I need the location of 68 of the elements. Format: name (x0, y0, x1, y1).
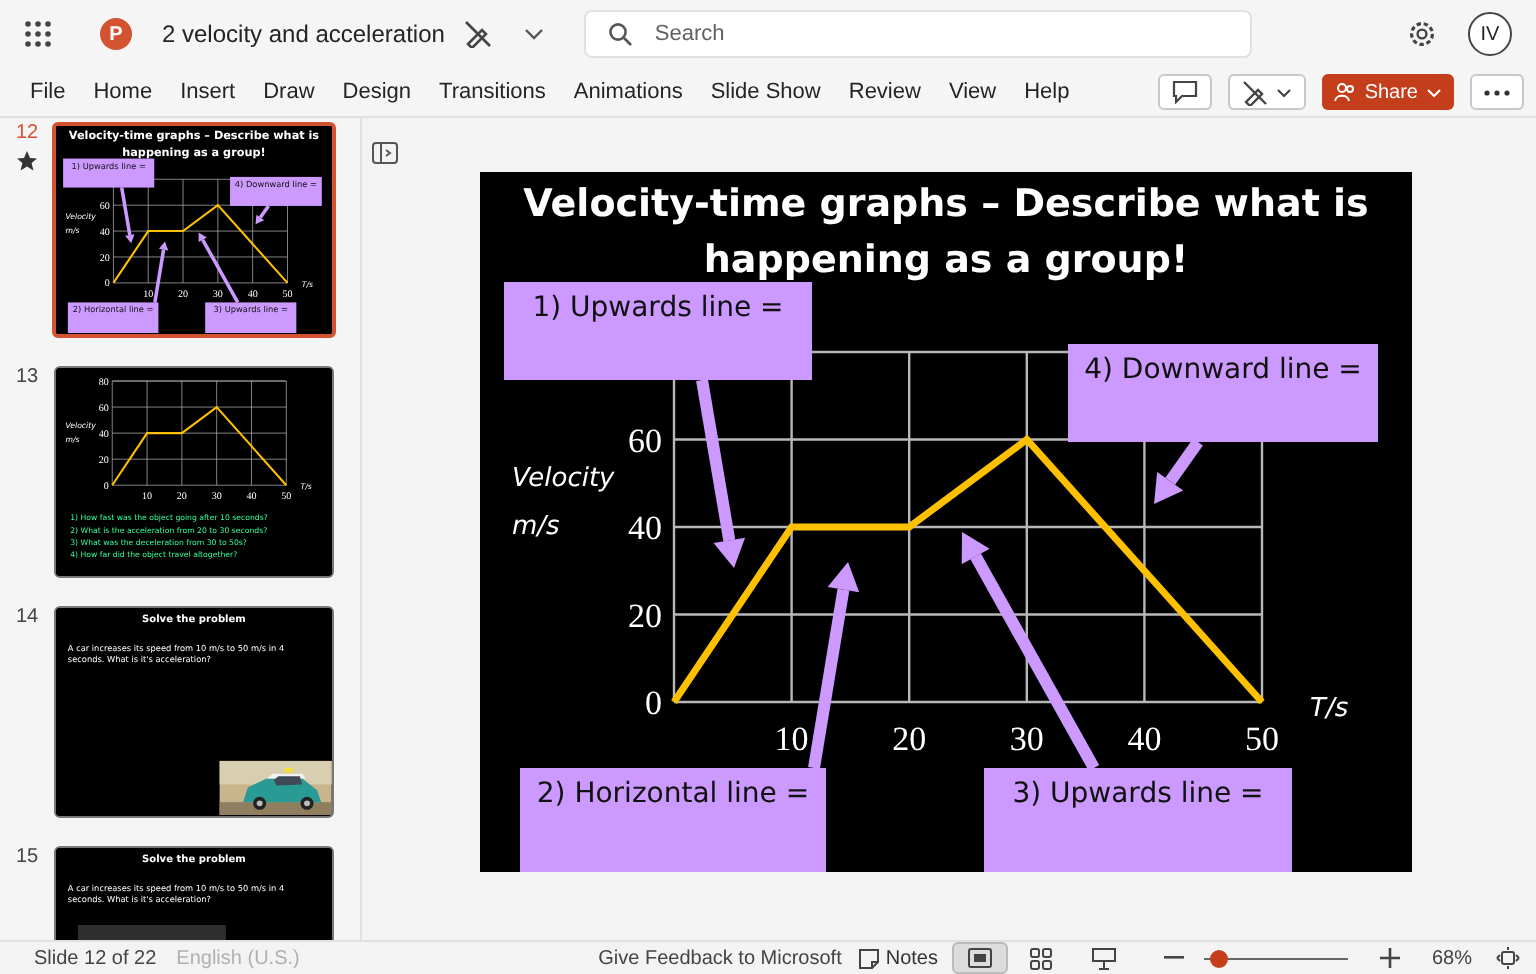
ribbon-tab[interactable]: Home (79, 80, 167, 104)
more-icon (1484, 89, 1510, 95)
notes-button[interactable]: Notes (849, 947, 946, 969)
axis-tick-label: 10 (774, 720, 809, 758)
axis-title: T/s (1310, 694, 1349, 724)
chevron-down-icon (1276, 87, 1293, 97)
apps-grid-icon[interactable] (24, 20, 52, 48)
chevron-down-icon[interactable] (524, 28, 545, 40)
callout-box: 4) Downward line = (1068, 344, 1378, 442)
panel-toggle-icon[interactable] (372, 142, 398, 164)
slide-title: Velocity-time graphs – Describe what is happening as a group! (521, 180, 1371, 286)
app-logo: P (100, 18, 132, 50)
slide-number: 14 (16, 606, 41, 630)
axis-tick-label: 0 (645, 684, 662, 722)
axis-tick-label: 60 (628, 421, 662, 460)
settings-icon[interactable] (1408, 20, 1436, 48)
pen-menu-button[interactable] (1228, 74, 1307, 110)
notes-icon (857, 947, 880, 969)
chevron-down-icon (1426, 87, 1442, 97)
axis-tick-label: 30 (1009, 720, 1044, 758)
ribbon-tab[interactable]: Insert (166, 80, 250, 104)
slide-counter: Slide 12 of 22 (34, 947, 157, 969)
people-icon (1334, 82, 1357, 102)
fit-to-window-icon[interactable] (1496, 946, 1520, 970)
ribbon-tab[interactable]: Animations (559, 80, 697, 104)
more-button[interactable] (1470, 74, 1524, 110)
ribbon-tab[interactable]: Review (834, 80, 935, 104)
callout-box: 1) Upwards line = (504, 282, 812, 380)
axis-tick-label: 20 (892, 720, 927, 758)
callout-arrow (153, 241, 169, 303)
grid-view-icon (1030, 947, 1053, 969)
callout-arrow (255, 204, 270, 225)
comment-button[interactable] (1158, 74, 1213, 110)
axis-tick-label: 20 (628, 596, 662, 635)
slide-number: 13 (16, 366, 41, 390)
view-button[interactable] (951, 942, 1008, 974)
comment-icon (1172, 80, 1199, 104)
axis-tick-label: 50 (1245, 720, 1279, 758)
callout-arrow (1154, 438, 1203, 504)
normal-view-icon (967, 948, 992, 968)
document-title[interactable]: 2 velocity and acceleration (162, 20, 445, 48)
callout-arrow (198, 232, 240, 304)
callout-arrow (119, 187, 135, 244)
ribbon-tab[interactable]: Slide Show (696, 80, 835, 104)
ribbon-tab[interactable]: Design (328, 80, 426, 104)
zoom-slider-thumb[interactable] (1210, 949, 1229, 967)
zoom-in-icon[interactable] (1379, 948, 1400, 968)
axis-tick-label: 40 (628, 509, 662, 547)
axis-tick-label: 40 (1127, 720, 1162, 758)
axis-title: Velocity m/s (512, 462, 617, 546)
share-button[interactable]: Share (1322, 74, 1454, 110)
slide-number: 15 (16, 846, 41, 870)
ribbon-tab[interactable]: File (16, 80, 80, 104)
ribbon-tab[interactable]: View (934, 80, 1011, 104)
callout-box: 3) Upwards line = (984, 768, 1292, 872)
pen-slash-icon (1242, 79, 1269, 105)
callout-box: 2) Horizontal line = (520, 768, 826, 872)
zoom-percent[interactable]: 68% (1431, 947, 1472, 969)
slide-number: 12 (16, 122, 41, 146)
ribbon-tab[interactable]: Help (1010, 80, 1084, 104)
ribbon-tab[interactable]: Transitions (425, 80, 560, 104)
search-icon (608, 22, 633, 46)
user-avatar[interactable]: IV (1468, 12, 1512, 56)
pen-slash-icon[interactable] (464, 20, 493, 48)
search-field[interactable]: Search (584, 10, 1253, 58)
ribbon-tab[interactable]: Draw (249, 80, 329, 104)
feedback-link[interactable]: Give Feedback to Microsoft (598, 947, 842, 969)
presenter-icon (1091, 947, 1116, 969)
